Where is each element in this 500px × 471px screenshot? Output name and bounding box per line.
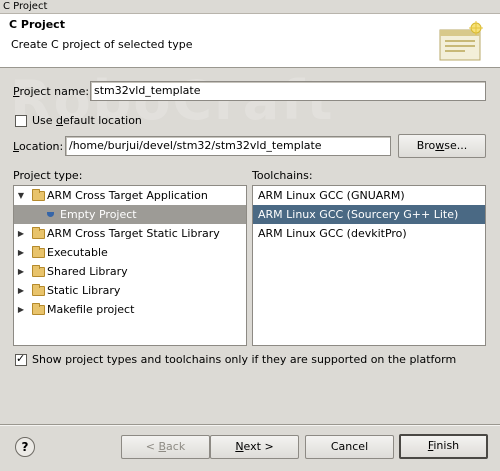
- project-name-label: Project name:: [13, 85, 89, 98]
- project-name-input[interactable]: stm32vld_template: [90, 81, 486, 101]
- expand-down-icon[interactable]: ▼: [16, 186, 26, 205]
- tree-item-shared-library[interactable]: ▶ Shared Library: [14, 262, 246, 281]
- location-label: Location:: [13, 140, 63, 153]
- help-icon[interactable]: ?: [15, 437, 35, 457]
- expand-right-icon[interactable]: ▶: [16, 243, 26, 262]
- project-type-label: Project type:: [13, 169, 83, 182]
- folder-icon: [32, 227, 45, 239]
- use-default-prefix: Use: [32, 114, 57, 127]
- next-label-rest: ext >: [243, 440, 274, 453]
- tree-item-label: Executable: [47, 246, 108, 259]
- cancel-button[interactable]: Cancel: [305, 435, 394, 459]
- tree-item-static-library[interactable]: ▶ Static Library: [14, 281, 246, 300]
- folder-icon: [32, 246, 45, 258]
- expand-right-icon[interactable]: ▶: [16, 281, 26, 300]
- browse-label-rest: se...: [444, 139, 468, 152]
- use-default-location-checkbox[interactable]: [15, 115, 27, 127]
- expand-right-icon[interactable]: ▶: [16, 300, 26, 319]
- project-type-tree[interactable]: ▼ ARM Cross Target Application Empty Pro…: [13, 185, 247, 346]
- window-title: C Project: [3, 1, 48, 12]
- toolchain-item-gnuarm[interactable]: ARM Linux GCC (GNUARM): [253, 186, 485, 205]
- tree-item-label: ARM Cross Target Static Library: [47, 227, 220, 240]
- tree-item-makefile-project[interactable]: ▶ Makefile project: [14, 300, 246, 319]
- tree-item-label: Makefile project: [47, 303, 135, 316]
- toolchain-label: ARM Linux GCC (GNUARM): [258, 189, 405, 202]
- toolchain-item-sourcery[interactable]: ARM Linux GCC (Sourcery G++ Lite): [253, 205, 485, 224]
- page-subtitle: Create C project of selected type: [11, 38, 193, 51]
- project-name-label-text: roject name:: [19, 85, 90, 98]
- browse-label-mnemonic: w: [435, 139, 445, 152]
- use-default-mnemonic: d: [56, 114, 64, 127]
- tree-item-label: Static Library: [47, 284, 121, 297]
- show-supported-only-checkbox[interactable]: ✓: [15, 352, 27, 366]
- window-titlebar: C Project: [0, 0, 500, 14]
- back-label-rest: ack: [166, 440, 186, 453]
- tree-item-arm-cross-target-application[interactable]: ▼ ARM Cross Target Application: [14, 186, 246, 205]
- wizard-header: C Project Create C project of selected t…: [0, 14, 500, 68]
- tree-item-label: ARM Cross Target Application: [47, 189, 208, 202]
- tree-item-arm-cross-target-static-library[interactable]: ▶ ARM Cross Target Static Library: [14, 224, 246, 243]
- toolchain-label: ARM Linux GCC (Sourcery G++ Lite): [258, 208, 459, 221]
- next-button[interactable]: Next >: [210, 435, 299, 459]
- browse-label-prefix: Bro: [416, 139, 436, 152]
- button-bar-separator: [0, 424, 500, 426]
- finish-label-rest: inish: [433, 439, 460, 452]
- use-default-location-label: Use default location: [32, 114, 142, 127]
- toolchains-list[interactable]: ARM Linux GCC (GNUARM) ARM Linux GCC (So…: [252, 185, 486, 346]
- folder-icon: [32, 284, 45, 296]
- show-supported-only-label: Show project types and toolchains only i…: [32, 353, 457, 366]
- location-label-text: ocation:: [18, 140, 64, 153]
- page-title: C Project: [9, 18, 65, 31]
- folder-icon: [32, 189, 45, 201]
- toolchain-item-devkitpro[interactable]: ARM Linux GCC (devkitPro): [253, 224, 485, 243]
- tree-item-label: Shared Library: [47, 265, 128, 278]
- use-default-rest: efault location: [63, 114, 142, 127]
- toolchain-label: ARM Linux GCC (devkitPro): [258, 227, 407, 240]
- new-project-wizard-icon: [439, 21, 483, 61]
- folder-icon: [32, 303, 45, 315]
- browse-button[interactable]: Browse...: [398, 134, 486, 158]
- finish-button[interactable]: Finish: [399, 434, 488, 459]
- location-input[interactable]: /home/burjui/devel/stm32/stm32vld_templa…: [65, 136, 391, 156]
- toolchains-label: Toolchains:: [252, 169, 313, 182]
- next-label-mnemonic: N: [235, 440, 244, 453]
- expand-right-icon[interactable]: ▶: [16, 224, 26, 243]
- project-type-bullet-icon: [47, 212, 54, 217]
- checkmark-icon: ✓: [16, 352, 26, 365]
- folder-icon: [32, 265, 45, 277]
- tree-item-executable[interactable]: ▶ Executable: [14, 243, 246, 262]
- back-label-mnemonic: B: [158, 440, 167, 453]
- back-button[interactable]: < Back: [121, 435, 210, 459]
- tree-item-empty-project[interactable]: Empty Project: [14, 205, 246, 224]
- back-label-prefix: <: [145, 440, 159, 453]
- expand-right-icon[interactable]: ▶: [16, 262, 26, 281]
- tree-item-label: Empty Project: [60, 208, 137, 221]
